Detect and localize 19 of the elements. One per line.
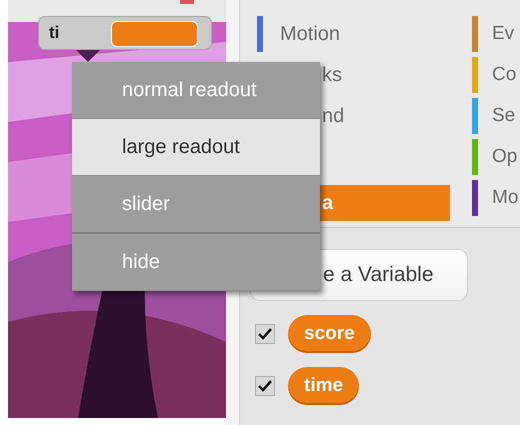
menu-item[interactable]: large readout <box>72 119 320 176</box>
checkmark-icon <box>258 380 272 392</box>
menu-item[interactable]: hide <box>72 234 320 291</box>
category-item[interactable]: Mo <box>478 187 518 209</box>
checkmark-icon <box>258 328 272 340</box>
variable-block[interactable]: time <box>288 367 360 405</box>
category-item[interactable]: Se <box>478 105 516 127</box>
category-label: a <box>321 192 334 214</box>
variable-block[interactable]: score <box>288 315 371 353</box>
category-item[interactable]: Motion <box>263 22 340 46</box>
category-item[interactable]: Op <box>478 146 518 168</box>
monitor-label: ti <box>49 23 60 43</box>
category-item[interactable]: Co <box>478 64 516 86</box>
category-item[interactable]: Ev <box>478 23 514 45</box>
menu-item[interactable]: slider <box>72 176 320 234</box>
menu-item[interactable]: normal readout <box>72 62 320 119</box>
variable-checkbox[interactable] <box>255 324 275 344</box>
variable-checkbox[interactable] <box>255 376 275 396</box>
variable-monitor[interactable]: ti <box>38 16 212 50</box>
